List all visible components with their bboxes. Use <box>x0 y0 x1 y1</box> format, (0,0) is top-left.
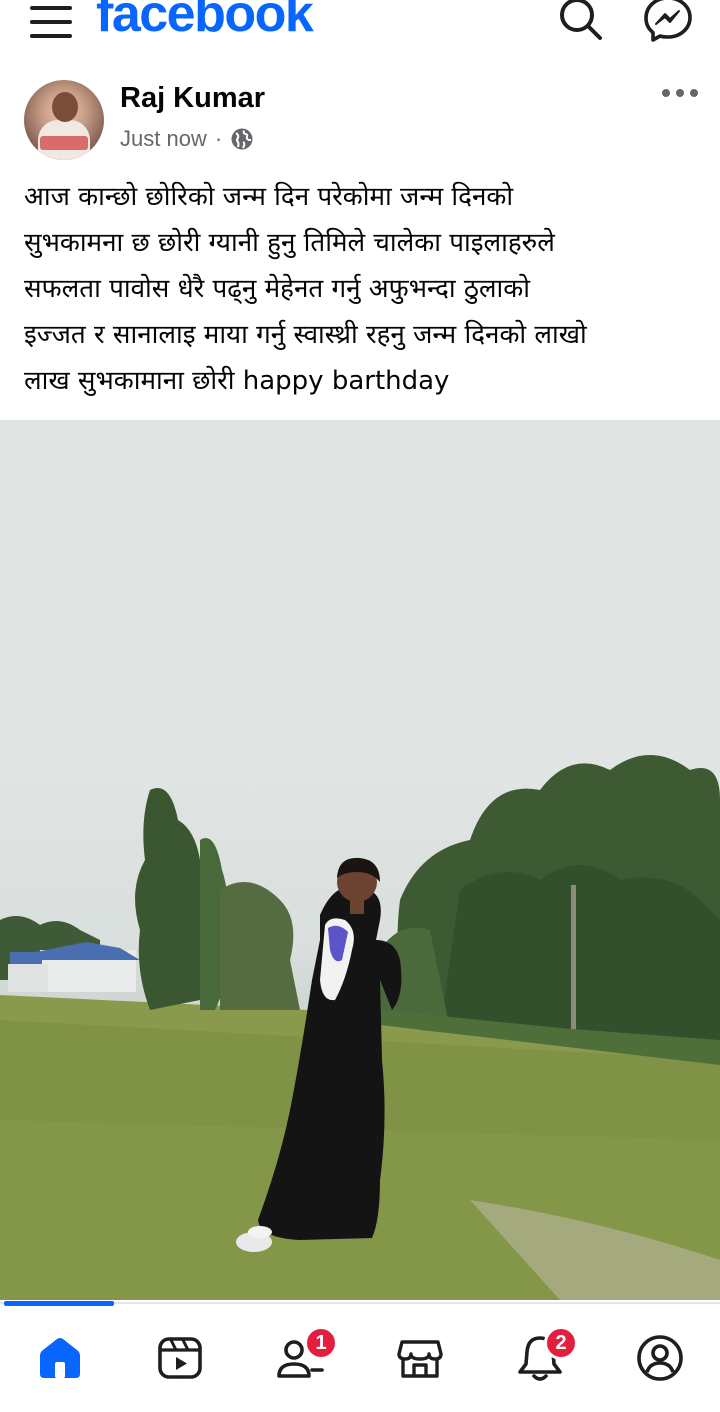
nav-marketplace[interactable] <box>390 1328 450 1388</box>
profile-icon <box>637 1335 683 1381</box>
author-name[interactable]: Raj Kumar <box>120 82 265 115</box>
friends-badge: 1 <box>304 1326 338 1360</box>
globe-icon <box>230 127 254 151</box>
bottom-nav: 1 2 <box>0 1306 720 1412</box>
search-icon[interactable] <box>556 0 604 44</box>
marketplace-icon <box>397 1340 443 1378</box>
menu-icon[interactable] <box>30 4 74 40</box>
post-text-line: सफलता पावोस धेरै पढ्नु मेहेनत गर्नु अफुभ… <box>24 274 530 304</box>
nav-friends[interactable]: 1 <box>270 1326 338 1388</box>
messenger-icon[interactable] <box>644 0 692 44</box>
post-meta: Just now · <box>120 126 254 152</box>
notifications-badge: 2 <box>544 1326 578 1360</box>
post-text-line: इज्जत र सानालाइ माया गर्नु स्वास्थ्री रह… <box>24 320 587 350</box>
more-options-icon[interactable] <box>660 86 700 100</box>
top-bar: facebook <box>0 0 720 56</box>
post-header: Raj Kumar Just now · <box>0 70 720 162</box>
post-text: आज कान्छो छोरिको जन्म दिन परेकोमा जन्म द… <box>24 174 704 404</box>
post-text-line: लाख सुभकामाना छोरी happy barthday <box>24 366 450 396</box>
nav-profile[interactable] <box>630 1328 690 1388</box>
avatar[interactable] <box>24 80 104 160</box>
home-icon <box>40 1338 80 1378</box>
post-timestamp[interactable]: Just now <box>120 126 207 152</box>
video-icon <box>158 1337 202 1379</box>
nav-home[interactable] <box>30 1328 90 1388</box>
meta-separator: · <box>214 126 223 151</box>
post-text-line: सुभकामना छ छोरी ग्यानी हुनु तिमिले चालेक… <box>24 228 555 258</box>
nav-video[interactable] <box>150 1328 210 1388</box>
facebook-logo[interactable]: facebook <box>96 0 314 40</box>
nav-notifications[interactable]: 2 <box>510 1326 578 1388</box>
post-text-line: आज कान्छो छोरिको जन्म दिन परेकोमा जन्म द… <box>24 182 514 212</box>
post-photo[interactable] <box>0 420 720 1300</box>
